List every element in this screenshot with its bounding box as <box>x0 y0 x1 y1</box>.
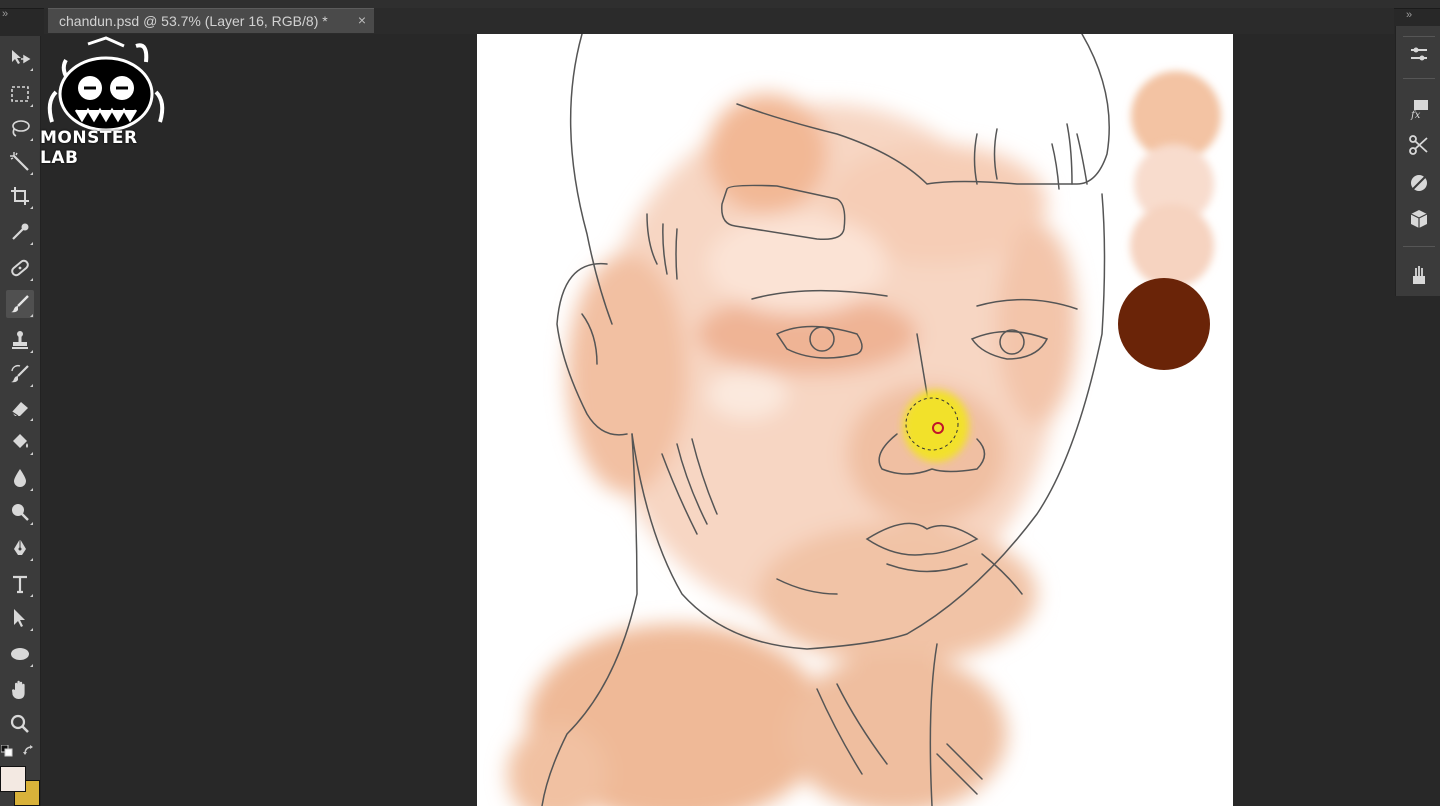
3d-icon[interactable] <box>1406 206 1432 232</box>
document-tab-title: chandun.psd @ 53.7% (Layer 16, RGB/8) * <box>59 13 328 29</box>
eraser-icon[interactable] <box>6 394 34 422</box>
tools-panel <box>0 36 41 806</box>
document-tab[interactable]: chandun.psd @ 53.7% (Layer 16, RGB/8) * … <box>48 8 374 33</box>
panel-divider <box>1403 36 1435 37</box>
type-icon[interactable] <box>6 570 34 598</box>
hand-icon[interactable] <box>6 676 34 704</box>
zoom-icon[interactable] <box>6 710 34 738</box>
tool-presets-icon[interactable] <box>1406 132 1432 158</box>
painting-artwork <box>507 34 1221 806</box>
color-palette-swatches <box>1118 71 1221 370</box>
history-brush-icon[interactable] <box>6 360 34 388</box>
logo-wordmark: MONSTER LAB <box>40 128 138 168</box>
dodge-icon[interactable] <box>6 498 34 526</box>
blur-icon[interactable] <box>6 464 34 492</box>
foreground-color-swatch[interactable] <box>0 766 26 792</box>
crop-icon[interactable] <box>6 182 34 210</box>
clone-source-icon[interactable] <box>1406 262 1432 288</box>
document-canvas[interactable] <box>477 34 1233 806</box>
brush-cursor <box>903 390 969 462</box>
adjustments-icon[interactable] <box>1406 170 1432 196</box>
toolbar-collapse-icon[interactable]: » <box>2 8 8 20</box>
skin-paint-layer <box>507 94 1077 806</box>
pen-icon[interactable] <box>6 534 34 562</box>
layer-styles-icon[interactable]: fx <box>1406 96 1432 122</box>
paint-bucket-icon[interactable] <box>6 428 34 456</box>
swap-colors-icon[interactable] <box>22 744 36 758</box>
path-selection-icon[interactable] <box>6 604 34 632</box>
magic-wand-icon[interactable] <box>6 148 34 176</box>
ellipse-icon[interactable] <box>6 640 34 668</box>
clone-stamp-icon[interactable] <box>6 326 34 354</box>
panel-collapse-icon[interactable]: » <box>1406 9 1412 21</box>
brush-presets-icon[interactable] <box>1406 42 1432 68</box>
brush-icon[interactable] <box>6 290 34 318</box>
close-icon[interactable]: × <box>358 12 366 28</box>
palette-swatch <box>1130 204 1214 288</box>
spot-healing-brush-icon[interactable] <box>6 254 34 282</box>
panel-divider <box>1403 246 1435 247</box>
panel-divider <box>1403 78 1435 79</box>
eyedropper-icon[interactable] <box>6 218 34 246</box>
move-tool-icon[interactable] <box>6 44 34 72</box>
default-colors-icon[interactable] <box>0 744 13 757</box>
rectangular-marquee-icon[interactable] <box>6 80 34 108</box>
lasso-icon[interactable] <box>6 114 34 142</box>
svg-text:fx: fx <box>1410 110 1421 120</box>
palette-swatch <box>1118 278 1210 370</box>
